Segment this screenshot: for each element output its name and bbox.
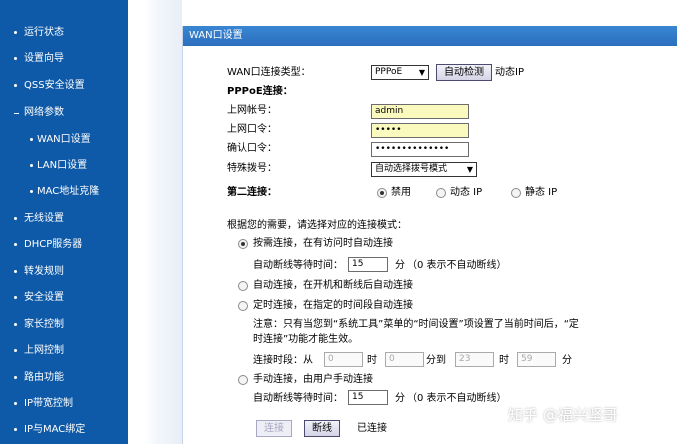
confirm-password-label: 确认口令： (227, 143, 277, 154)
wan-type-select[interactable]: PPPoE ▼ (371, 65, 429, 80)
timed-note-line2: 时连接”功能才能生效。 (253, 334, 359, 345)
bullet-icon (30, 138, 33, 141)
special-dial-value: 自动选择拨号模式 (375, 164, 448, 174)
bullet-icon (14, 84, 17, 87)
period-to-hour-unit: 时 (499, 355, 509, 366)
sidebar-item-network[interactable]: 网络参数 (0, 102, 128, 124)
bullet-icon (30, 190, 33, 193)
dropdown-arrow-icon: ▼ (418, 68, 425, 77)
bullet-icon (14, 243, 17, 246)
idle-wait-unit: 分 (395, 260, 405, 271)
bullet-icon (14, 296, 17, 299)
manual-wait-input[interactable]: 15 (348, 390, 388, 405)
connection-status: 已连接 (357, 423, 387, 434)
timed-conn-label: 定时连接，在指定的时间段自动连接 (253, 300, 413, 311)
sidebar-item-security[interactable]: 安全设置 (0, 287, 128, 309)
sidebar-nav: 运行状态 设置向导 QSS安全设置 网络参数 WAN口设置 LAN口设置 MAC… (0, 0, 128, 444)
watermark-text: 知乎 @福兴坚哥 (508, 406, 618, 424)
wan-type-value: PPPoE (375, 67, 403, 77)
panel-title-bar: WAN口设置 (183, 26, 677, 46)
sidebar-item-wireless[interactable]: 无线设置 (0, 208, 128, 230)
manual-wait-unit: 分 (395, 393, 405, 404)
bullet-icon (14, 270, 17, 273)
period-min-to-label: 分到 (426, 355, 446, 366)
second-conn-label: 第二连接： (227, 187, 277, 198)
bullet-icon (30, 164, 33, 167)
connect-button[interactable]: 连接 (256, 420, 292, 437)
second-disable-radio[interactable] (377, 188, 387, 198)
account-label: 上网帐号： (227, 105, 277, 116)
sidebar-item-access-control[interactable]: 上网控制 (0, 340, 128, 362)
sidebar-item-ip-mac-bind[interactable]: IP与MAC绑定 (0, 419, 128, 441)
period-to-hour-input[interactable]: 23 (455, 352, 494, 367)
auto-conn-radio[interactable] (238, 281, 248, 291)
auto-conn-label: 自动连接，在开机和断线后自动连接 (253, 280, 413, 291)
sidebar-item-parental[interactable]: 家长控制 (0, 314, 128, 336)
wan-settings-panel: WAN口设置 WAN口连接类型： PPPoE ▼ 自动检测 动态IP PPPoE连… (182, 26, 677, 444)
second-dynamic-radio[interactable] (436, 188, 446, 198)
idle-wait-label: 自动断线等待时间： (253, 260, 343, 271)
detected-type-text: 动态IP (495, 67, 524, 78)
dropdown-arrow-icon: ▼ (466, 165, 473, 174)
period-from-hour-unit: 时 (367, 355, 377, 366)
bullet-icon (14, 402, 17, 405)
period-label: 连接时段：从 (253, 355, 313, 366)
password-label: 上网口令： (227, 124, 277, 135)
mode-intro-text: 根据您的需要，请选择对应的连接模式： (227, 220, 407, 231)
sidebar-item-wan[interactable]: WAN口设置 (0, 129, 128, 151)
on-demand-radio[interactable] (238, 239, 248, 249)
pppoe-heading: PPPoE连接： (227, 86, 293, 97)
manual-wait-hint: （0 表示不自动断线） (407, 393, 507, 404)
bullet-icon (14, 217, 17, 220)
sidebar-item-wizard[interactable]: 设置向导 (0, 48, 128, 70)
bullet-icon (14, 57, 17, 60)
sidebar-item-qss[interactable]: QSS安全设置 (0, 75, 128, 97)
confirm-password-input[interactable]: •••••••••••••• (371, 142, 469, 157)
sidebar-item-routing[interactable]: 路由功能 (0, 367, 128, 389)
period-from-min-input[interactable]: 0 (385, 352, 424, 367)
second-dynamic-label: 动态 IP (450, 187, 483, 198)
manual-wait-label: 自动断线等待时间： (253, 393, 343, 404)
period-from-hour-input[interactable]: 0 (324, 352, 363, 367)
sidebar-item-bandwidth[interactable]: IP带宽控制 (0, 393, 128, 415)
timed-note-line1: 注意：只有当您到“系统工具”菜单的“时间设置”项设置了当前时间后，“定 (253, 319, 579, 330)
sidebar-item-mac-clone[interactable]: MAC地址克隆 (0, 181, 128, 203)
timed-conn-radio[interactable] (238, 301, 248, 311)
bullet-icon (14, 31, 17, 34)
collapse-minus-icon (14, 113, 19, 114)
bullet-icon (14, 349, 17, 352)
period-to-min-unit: 分 (562, 355, 572, 366)
sidebar-item-forwarding[interactable]: 转发规则 (0, 261, 128, 283)
special-dial-select[interactable]: 自动选择拨号模式 ▼ (371, 162, 477, 177)
panel-title: WAN口设置 (189, 30, 243, 41)
sidebar-item-lan[interactable]: LAN口设置 (0, 155, 128, 177)
idle-wait-input[interactable]: 15 (348, 257, 388, 272)
password-input[interactable]: ••••• (371, 123, 469, 138)
manual-conn-radio[interactable] (238, 375, 248, 385)
second-static-radio[interactable] (511, 188, 521, 198)
auto-detect-button[interactable]: 自动检测 (436, 64, 492, 81)
sidebar-item-status[interactable]: 运行状态 (0, 22, 128, 44)
period-to-min-input[interactable]: 59 (517, 352, 556, 367)
idle-wait-hint: （0 表示不自动断线） (407, 260, 507, 271)
wan-type-label: WAN口连接类型： (227, 67, 311, 78)
second-disable-label: 禁用 (391, 187, 411, 198)
manual-conn-label: 手动连接，由用户手动连接 (253, 374, 373, 385)
sidebar-item-dhcp[interactable]: DHCP服务器 (0, 234, 128, 256)
on-demand-label: 按需连接，在有访问时自动连接 (253, 238, 393, 249)
second-static-label: 静态 IP (525, 187, 558, 198)
bullet-icon (14, 323, 17, 326)
account-input[interactable]: admin (371, 104, 469, 119)
background-gap (128, 0, 182, 444)
bullet-icon (14, 428, 17, 431)
disconnect-button[interactable]: 断线 (304, 420, 340, 437)
special-dial-label: 特殊拨号： (227, 163, 277, 174)
bullet-icon (14, 376, 17, 379)
